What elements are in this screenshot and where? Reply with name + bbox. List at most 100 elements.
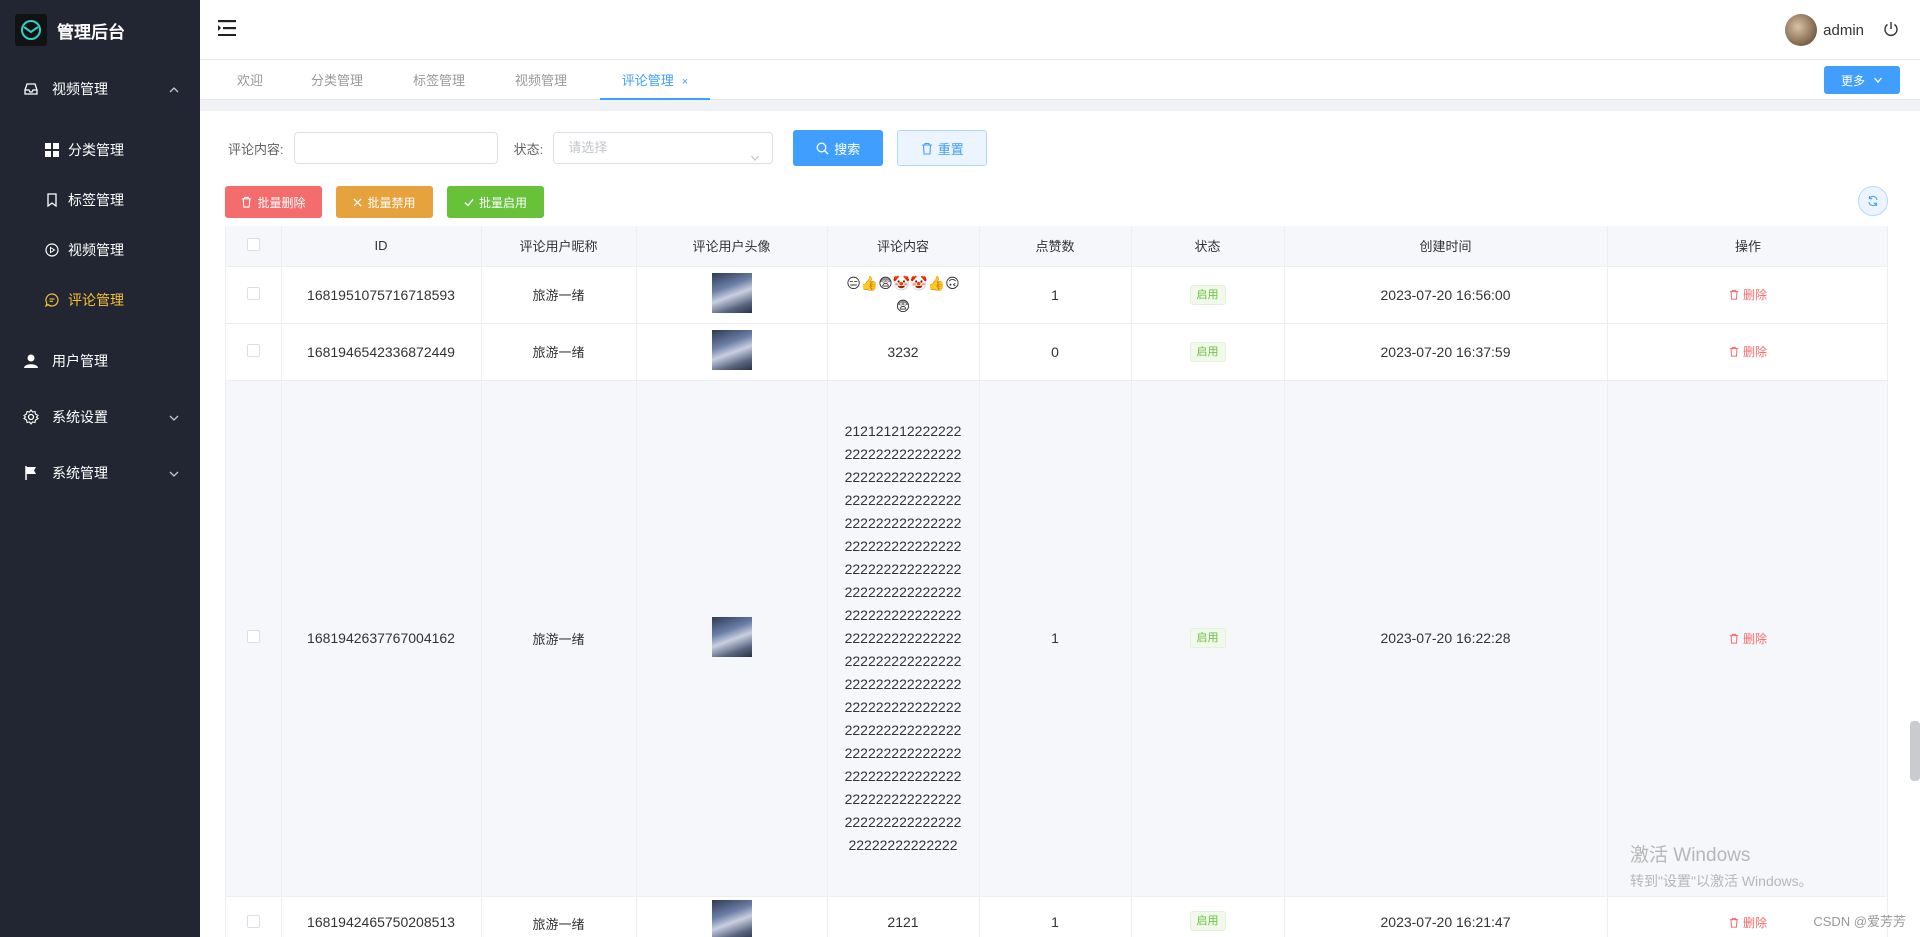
chat-icon <box>44 292 60 308</box>
user-icon <box>22 352 40 370</box>
cell-actions: 删除 <box>1607 266 1887 324</box>
trash-icon <box>1729 633 1739 644</box>
status-badge: 启用 <box>1189 284 1226 305</box>
sidebar-item-category[interactable]: 分类管理 <box>0 125 200 175</box>
header-select-all[interactable] <box>226 226 282 267</box>
sidebar-item-comments[interactable]: 评论管理 <box>0 275 200 325</box>
more-button[interactable]: 更多 <box>1824 66 1900 94</box>
delete-button[interactable]: 删除 <box>1729 914 1767 931</box>
cell-content: 😑👍😨🤡🤡👍🙃😨 <box>827 266 980 324</box>
trash-icon <box>1729 917 1739 928</box>
status-badge: 启用 <box>1189 628 1226 648</box>
avatar[interactable] <box>1785 14 1818 46</box>
checkbox[interactable] <box>246 343 260 357</box>
checkbox[interactable] <box>246 914 260 928</box>
sidebar-item-users[interactable]: 用户管理 <box>0 333 200 389</box>
tab-videos[interactable]: 视频管理 <box>506 60 576 100</box>
sidebar-item-video[interactable]: 视频管理 <box>0 61 200 117</box>
delete-button[interactable]: 删除 <box>1729 343 1767 360</box>
username: admin <box>1823 21 1864 39</box>
comment-text: 2121212122222222222222222222222222222222… <box>844 422 962 853</box>
batch-disable-label: 批量禁用 <box>367 195 416 210</box>
delete-button[interactable]: 删除 <box>1729 286 1767 303</box>
row-select[interactable] <box>226 896 282 937</box>
col-header: 评论用户昵称 <box>481 226 637 267</box>
cell-likes: 0 <box>979 323 1132 381</box>
content-input[interactable] <box>293 132 498 164</box>
batch-delete-button[interactable]: 批量删除 <box>225 186 322 218</box>
cell-avatar <box>636 323 828 381</box>
app-title: 管理后台 <box>57 22 125 42</box>
main-content: 评论内容: 状态: 请选择 搜索 重置 批量删除 批量禁用 批量启用 ID 评论… <box>200 101 1920 937</box>
sidebar-item-label: 视频管理 <box>52 81 108 97</box>
tab-comments[interactable]: 评论管理 × <box>600 60 710 100</box>
chevron-down-icon <box>168 411 180 427</box>
user-avatar-image <box>711 273 752 313</box>
cell-status: 启用 <box>1131 323 1285 381</box>
sidebar-item-label: 系统设置 <box>52 409 108 425</box>
trash-icon <box>1729 289 1739 300</box>
cell-nickname: 旅游一绪 <box>481 266 637 324</box>
status-select[interactable]: 请选择 <box>553 132 774 164</box>
sidebar-item-label: 系统管理 <box>52 465 108 481</box>
checkbox[interactable] <box>246 630 260 643</box>
reset-label: 重置 <box>937 141 964 157</box>
cell-likes: 1 <box>979 896 1132 937</box>
user-avatar-image <box>711 330 752 370</box>
cell-actions: 删除 <box>1607 323 1887 381</box>
cell-avatar <box>636 896 828 937</box>
row-select[interactable] <box>226 323 282 381</box>
cell-likes: 1 <box>979 380 1132 897</box>
refresh-button[interactable] <box>1858 186 1888 216</box>
brand[interactable]: 管理后台 <box>0 0 200 60</box>
comments-table: ID 评论用户昵称 评论用户头像 评论内容 点赞数 状态 创建时间 操作 168… <box>225 226 1888 937</box>
sidebar-item-system[interactable]: 系统管理 <box>0 445 200 501</box>
tab-welcome[interactable]: 欢迎 <box>230 60 270 100</box>
cell-created: 2023-07-20 16:21:47 <box>1284 896 1608 937</box>
row-select[interactable] <box>226 380 282 897</box>
delete-button[interactable]: 删除 <box>1729 630 1767 647</box>
search-button[interactable]: 搜索 <box>793 130 884 166</box>
vertical-scrollbar[interactable] <box>1910 721 1920 781</box>
tab-category[interactable]: 分类管理 <box>302 60 372 100</box>
close-icon[interactable]: × <box>682 76 688 88</box>
content-card: 评论内容: 状态: 请选择 搜索 重置 批量删除 批量禁用 批量启用 ID 评论… <box>200 111 1920 937</box>
flag-icon <box>22 464 40 482</box>
tab-label: 分类管理 <box>310 73 363 88</box>
cell-id: 1681942465750208513 <box>281 896 482 937</box>
chevron-down-icon <box>168 467 180 483</box>
user-avatar-image <box>711 616 752 657</box>
user-menu[interactable]: admin <box>1785 14 1900 46</box>
sidebar: 管理后台 视频管理 分类管理 标签管理 视频管理 评论管理 用户管理 系统设置 … <box>0 0 200 937</box>
refresh-icon <box>1867 195 1879 207</box>
checkbox[interactable] <box>246 286 260 300</box>
comment-text: 😑👍😨🤡🤡👍🙃😨 <box>846 274 960 314</box>
cell-likes: 1 <box>979 266 1132 324</box>
sidebar-item-tags[interactable]: 标签管理 <box>0 175 200 225</box>
video-submenu: 分类管理 标签管理 视频管理 评论管理 <box>0 117 200 333</box>
hamburger-icon[interactable] <box>218 20 238 39</box>
cell-created: 2023-07-20 16:22:28 <box>1284 380 1608 897</box>
checkbox[interactable] <box>246 237 260 251</box>
col-header: 创建时间 <box>1284 226 1608 267</box>
sidebar-item-label: 视频管理 <box>68 242 124 258</box>
cell-content: 3232 <box>827 323 980 381</box>
windows-activation-watermark: 激活 Windows 转到"设置"以激活 Windows。 <box>1630 840 1813 891</box>
batch-enable-button[interactable]: 批量启用 <box>447 186 544 218</box>
cell-avatar <box>636 266 828 324</box>
reset-button[interactable]: 重置 <box>897 130 988 166</box>
sidebar-item-settings[interactable]: 系统设置 <box>0 389 200 445</box>
batch-disable-button[interactable]: 批量禁用 <box>336 186 433 218</box>
sidebar-item-videos[interactable]: 视频管理 <box>0 225 200 275</box>
row-select[interactable] <box>226 266 282 324</box>
chevron-down-icon <box>1873 75 1883 85</box>
tab-tags[interactable]: 标签管理 <box>404 60 474 100</box>
sidebar-item-label: 用户管理 <box>52 353 108 369</box>
col-header: 点赞数 <box>979 226 1132 267</box>
power-icon[interactable] <box>1882 20 1900 41</box>
cell-content: 2121212122222222222222222222222222222222… <box>827 380 980 897</box>
tab-label: 欢迎 <box>236 73 263 88</box>
gear-icon <box>22 408 40 426</box>
tabs-bar: 欢迎 分类管理 标签管理 视频管理 评论管理 × 更多 <box>200 60 1920 100</box>
cell-id: 1681942637767004162 <box>281 380 482 897</box>
